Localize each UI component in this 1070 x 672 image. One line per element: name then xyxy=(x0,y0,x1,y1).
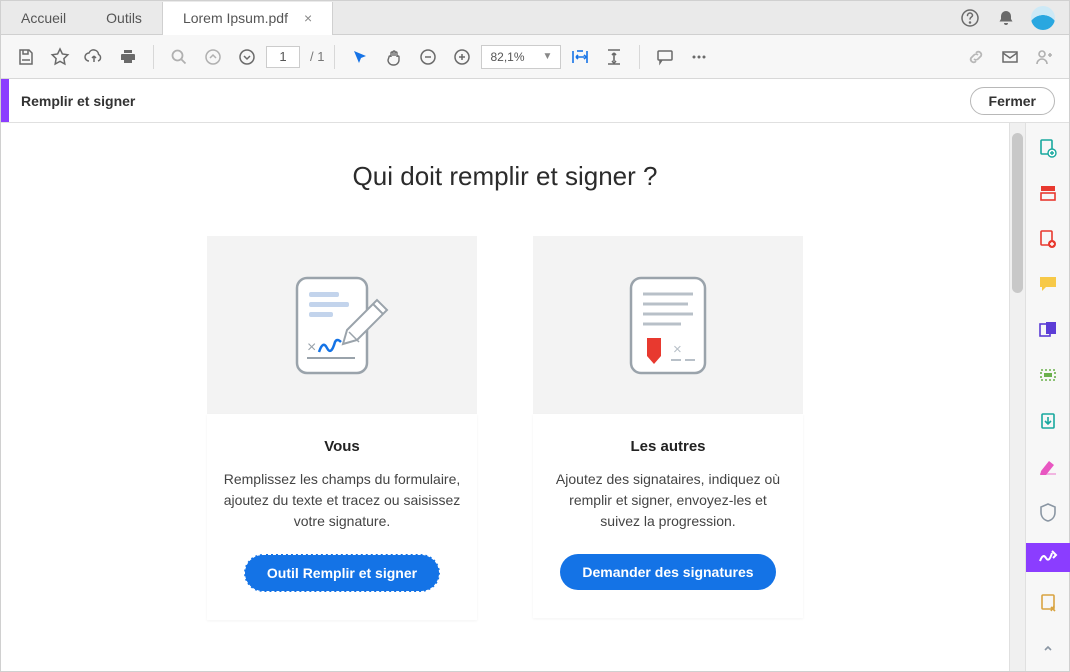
cloud-upload-icon[interactable] xyxy=(79,42,109,72)
tab-tools[interactable]: Outils xyxy=(86,1,162,34)
email-icon[interactable] xyxy=(995,42,1025,72)
find-icon[interactable] xyxy=(164,42,194,72)
page-up-icon[interactable] xyxy=(198,42,228,72)
card-others-illustration: × xyxy=(533,236,803,414)
main-toolbar: / 1 82,1% ▼ xyxy=(1,35,1069,79)
sidebar-edit-pdf-icon[interactable] xyxy=(1026,224,1070,254)
panel-header: Remplir et signer Fermer xyxy=(1,79,1069,123)
zoom-dropdown[interactable]: 82,1% ▼ xyxy=(481,45,561,69)
star-icon[interactable] xyxy=(45,42,75,72)
panel-accent xyxy=(1,79,9,122)
svg-text:×: × xyxy=(307,339,316,356)
help-icon[interactable] xyxy=(959,7,981,29)
sidebar-create-pdf-icon[interactable] xyxy=(1026,133,1070,163)
notifications-icon[interactable] xyxy=(995,7,1017,29)
sidebar-fill-sign-icon[interactable] xyxy=(1026,543,1070,573)
sidebar-more-icon[interactable] xyxy=(1026,634,1070,664)
link-icon[interactable] xyxy=(961,42,991,72)
svg-text:×: × xyxy=(673,341,682,358)
vertical-scrollbar[interactable] xyxy=(1009,123,1025,671)
scrollbar-thumb[interactable] xyxy=(1012,133,1023,293)
sidebar-export-icon[interactable] xyxy=(1026,406,1070,436)
page-down-icon[interactable] xyxy=(232,42,262,72)
share-user-icon[interactable] xyxy=(1029,42,1059,72)
card-others-title: Les autres xyxy=(549,438,787,455)
selection-tool-icon[interactable] xyxy=(345,42,375,72)
sidebar-combine-icon[interactable] xyxy=(1026,179,1070,209)
more-icon[interactable] xyxy=(684,42,714,72)
right-sidebar xyxy=(1025,123,1069,671)
main-heading: Qui doit remplir et signer ? xyxy=(353,161,658,192)
sidebar-redact-icon[interactable] xyxy=(1026,361,1070,391)
card-you-illustration: × xyxy=(207,236,477,414)
close-panel-button[interactable]: Fermer xyxy=(970,87,1055,115)
hand-tool-icon[interactable] xyxy=(379,42,409,72)
page-total-label: / 1 xyxy=(310,49,324,64)
sidebar-organize-icon[interactable] xyxy=(1026,315,1070,345)
card-you-desc: Remplissez les champs du formulaire, ajo… xyxy=(223,469,461,532)
comment-icon[interactable] xyxy=(650,42,680,72)
tab-bar: Accueil Outils Lorem Ipsum.pdf × xyxy=(1,1,1069,35)
panel-title: Remplir et signer xyxy=(21,93,135,109)
main-content: Qui doit remplir et signer ? × xyxy=(1,123,1009,671)
tab-document[interactable]: Lorem Ipsum.pdf × xyxy=(162,2,333,35)
sidebar-send-icon[interactable] xyxy=(1026,588,1070,618)
chevron-down-icon: ▼ xyxy=(543,51,553,62)
tab-home[interactable]: Accueil xyxy=(1,1,86,34)
sidebar-comment-icon[interactable] xyxy=(1026,270,1070,300)
zoom-in-icon[interactable] xyxy=(447,42,477,72)
close-tab-icon[interactable]: × xyxy=(304,10,312,26)
card-you: × Vous Remplissez les champs du formulai… xyxy=(207,236,477,620)
fit-width-icon[interactable] xyxy=(565,42,595,72)
fit-height-icon[interactable] xyxy=(599,42,629,72)
fill-sign-tool-button[interactable]: Outil Remplir et signer xyxy=(244,554,440,592)
sidebar-protect-icon[interactable] xyxy=(1026,497,1070,527)
save-icon[interactable] xyxy=(11,42,41,72)
page-number-input[interactable] xyxy=(266,46,300,68)
print-icon[interactable] xyxy=(113,42,143,72)
card-others: × Les autres Ajoutez des signataires, in… xyxy=(533,236,803,620)
card-others-desc: Ajoutez des signataires, indiquez où rem… xyxy=(549,469,787,532)
sidebar-highlight-icon[interactable] xyxy=(1026,452,1070,482)
request-signatures-button[interactable]: Demander des signatures xyxy=(560,554,775,590)
zoom-out-icon[interactable] xyxy=(413,42,443,72)
account-avatar[interactable] xyxy=(1031,6,1055,30)
card-you-title: Vous xyxy=(223,438,461,455)
